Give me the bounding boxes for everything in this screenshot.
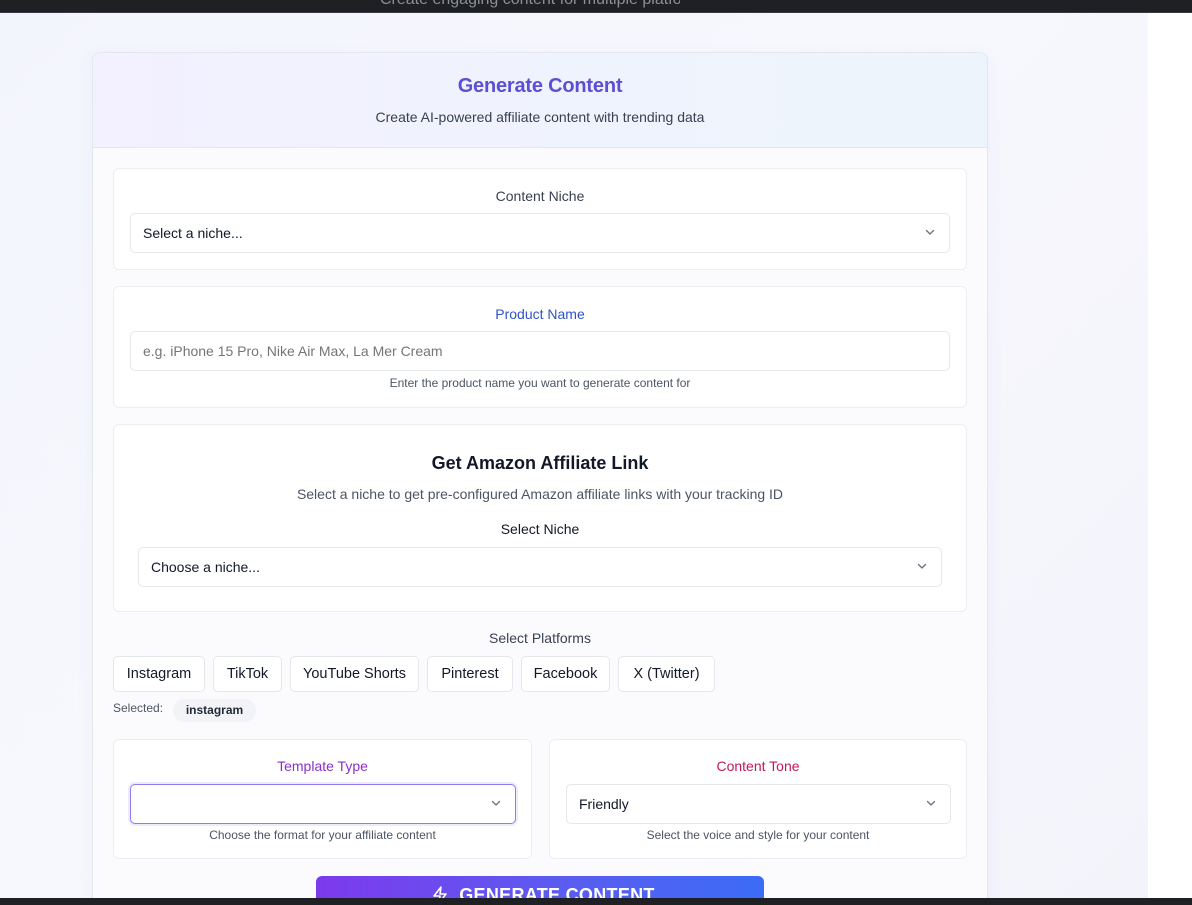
content-tone-section: Content Tone Friendly Select the voice a…	[549, 739, 967, 859]
chevron-down-icon	[917, 563, 927, 569]
platform-button-pinterest[interactable]: Pinterest	[427, 656, 513, 692]
content-tone-select[interactable]: Friendly	[566, 784, 951, 824]
select-niche-label: Select Niche	[500, 521, 580, 537]
selected-platforms-label: Selected:	[113, 701, 164, 715]
platform-button-facebook[interactable]: Facebook	[521, 656, 610, 692]
template-type-helper: Choose the format for your affiliate con…	[209, 828, 436, 842]
product-name-label: Product Name	[495, 306, 585, 322]
chevron-down-icon	[925, 229, 935, 235]
card-subtitle: Create AI-powered affiliate content with…	[375, 109, 705, 125]
clipped-page-heading: Create engaging content for multiple pla…	[380, 0, 680, 14]
content-niche-label: Content Niche	[495, 188, 585, 204]
product-name-section: Product Name Enter the product name you …	[113, 286, 967, 408]
content-tone-label: Content Tone	[716, 758, 800, 774]
amazon-affiliate-section: Get Amazon Affiliate Link Select a niche…	[113, 424, 967, 612]
content-niche-select-value: Select a niche...	[143, 225, 243, 241]
template-type-section: Template Type Choose the format for your…	[113, 739, 532, 859]
platform-button-youtube-shorts[interactable]: YouTube Shorts	[290, 656, 419, 692]
product-name-input[interactable]	[130, 331, 950, 371]
amazon-affiliate-title: Get Amazon Affiliate Link	[431, 453, 649, 473]
page-right-edge	[1148, 13, 1192, 898]
platform-button-tiktok[interactable]: TikTok	[213, 656, 282, 692]
card-header: Generate Content Create AI-powered affil…	[93, 53, 987, 148]
template-type-select[interactable]	[130, 784, 516, 824]
chevron-down-icon	[926, 800, 936, 806]
amazon-niche-select-value: Choose a niche...	[151, 559, 260, 575]
card-title: Generate Content	[457, 75, 623, 97]
template-type-label: Template Type	[277, 758, 368, 774]
bottom-browser-bar	[0, 898, 1192, 905]
selected-platform-chip[interactable]: instagram	[173, 699, 256, 722]
platform-button-x-twitter[interactable]: X (Twitter)	[618, 656, 715, 692]
content-tone-helper: Select the voice and style for your cont…	[646, 828, 870, 842]
content-niche-section: Content Niche Select a niche...	[113, 168, 967, 270]
select-platforms-label: Select Platforms	[489, 630, 591, 646]
platform-button-instagram[interactable]: Instagram	[113, 656, 205, 692]
amazon-niche-select[interactable]: Choose a niche...	[138, 547, 942, 587]
top-browser-bar: Create engaging content for multiple pla…	[0, 0, 1192, 13]
content-tone-select-value: Friendly	[579, 796, 629, 812]
product-name-helper: Enter the product name you want to gener…	[389, 376, 691, 390]
amazon-affiliate-subtitle: Select a niche to get pre-configured Ama…	[296, 486, 784, 502]
content-niche-select[interactable]: Select a niche...	[130, 213, 950, 253]
chevron-down-icon	[491, 800, 501, 806]
